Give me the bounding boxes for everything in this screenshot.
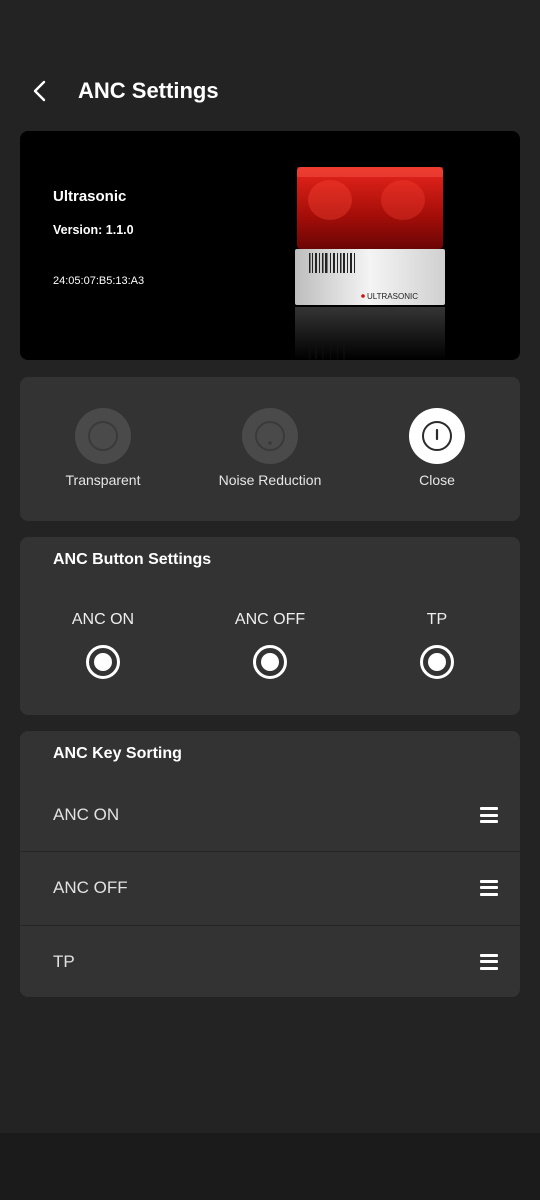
product-image: ULTRASONIC (295, 167, 445, 360)
noise-reduction-icon (255, 421, 285, 451)
header: ANC Settings (0, 60, 540, 122)
transparent-mode-icon (88, 421, 118, 451)
mode-circle (75, 408, 131, 464)
system-navigation-bar (0, 1133, 540, 1200)
device-info-card: Ultrasonic Version: 1.1.0 24:05:07:B5:13… (20, 131, 520, 360)
radio-label: ANC OFF (234, 611, 306, 628)
mode-transparent[interactable]: Transparent (33, 408, 173, 488)
mode-label: Noise Reduction (218, 472, 322, 488)
mode-noise-reduction[interactable]: Noise Reduction (200, 408, 340, 488)
drag-handle-icon[interactable] (480, 879, 498, 896)
sort-item-label: ANC OFF (53, 877, 128, 897)
sort-item-label: ANC ON (53, 805, 120, 824)
radio-dot (428, 653, 446, 671)
device-version: Version: 1.1.0 (53, 223, 134, 237)
drag-handle-icon[interactable] (480, 953, 498, 970)
anc-button-settings-card: ANC Button Settings ANC ON ANC OFF TP (20, 537, 520, 715)
back-button[interactable] (20, 71, 60, 111)
sort-item-tp[interactable]: TP (20, 925, 520, 997)
radio-button[interactable] (253, 645, 287, 679)
radio-label: ANC ON (71, 611, 135, 628)
mode-label: Close (419, 472, 455, 488)
power-icon (422, 421, 452, 451)
chevron-left-icon (33, 80, 46, 102)
radio-button[interactable] (86, 645, 120, 679)
radio-dot (94, 653, 112, 671)
radio-dot (261, 653, 279, 671)
anc-key-sorting-card: ANC Key Sorting ANC ON ANC OFF TP (20, 731, 520, 997)
section-title: ANC Key Sorting (53, 745, 182, 762)
sort-item-label: TP (53, 951, 75, 971)
product-brand-text: ULTRASONIC (367, 292, 418, 301)
radio-button[interactable] (420, 645, 454, 679)
device-mac-address: 24:05:07:B5:13:A3 (53, 275, 145, 287)
mode-close[interactable]: Close (367, 408, 507, 488)
mode-label: Transparent (65, 472, 141, 488)
radio-anc-on[interactable]: ANC ON (43, 611, 163, 679)
sort-item-anc-off[interactable]: ANC OFF (20, 851, 520, 923)
anc-mode-card: Transparent Noise Reduction Close (20, 377, 520, 521)
radio-tp[interactable]: TP (377, 611, 497, 679)
device-name: Ultrasonic (53, 188, 127, 205)
page-title: ANC Settings (78, 78, 219, 103)
section-title: ANC Button Settings (53, 551, 212, 568)
mode-circle (242, 408, 298, 464)
radio-anc-off[interactable]: ANC OFF (210, 611, 330, 679)
mode-circle (409, 408, 465, 464)
sort-item-anc-on[interactable]: ANC ON (20, 779, 520, 851)
radio-label: TP (426, 611, 448, 628)
drag-handle-icon[interactable] (480, 807, 498, 823)
